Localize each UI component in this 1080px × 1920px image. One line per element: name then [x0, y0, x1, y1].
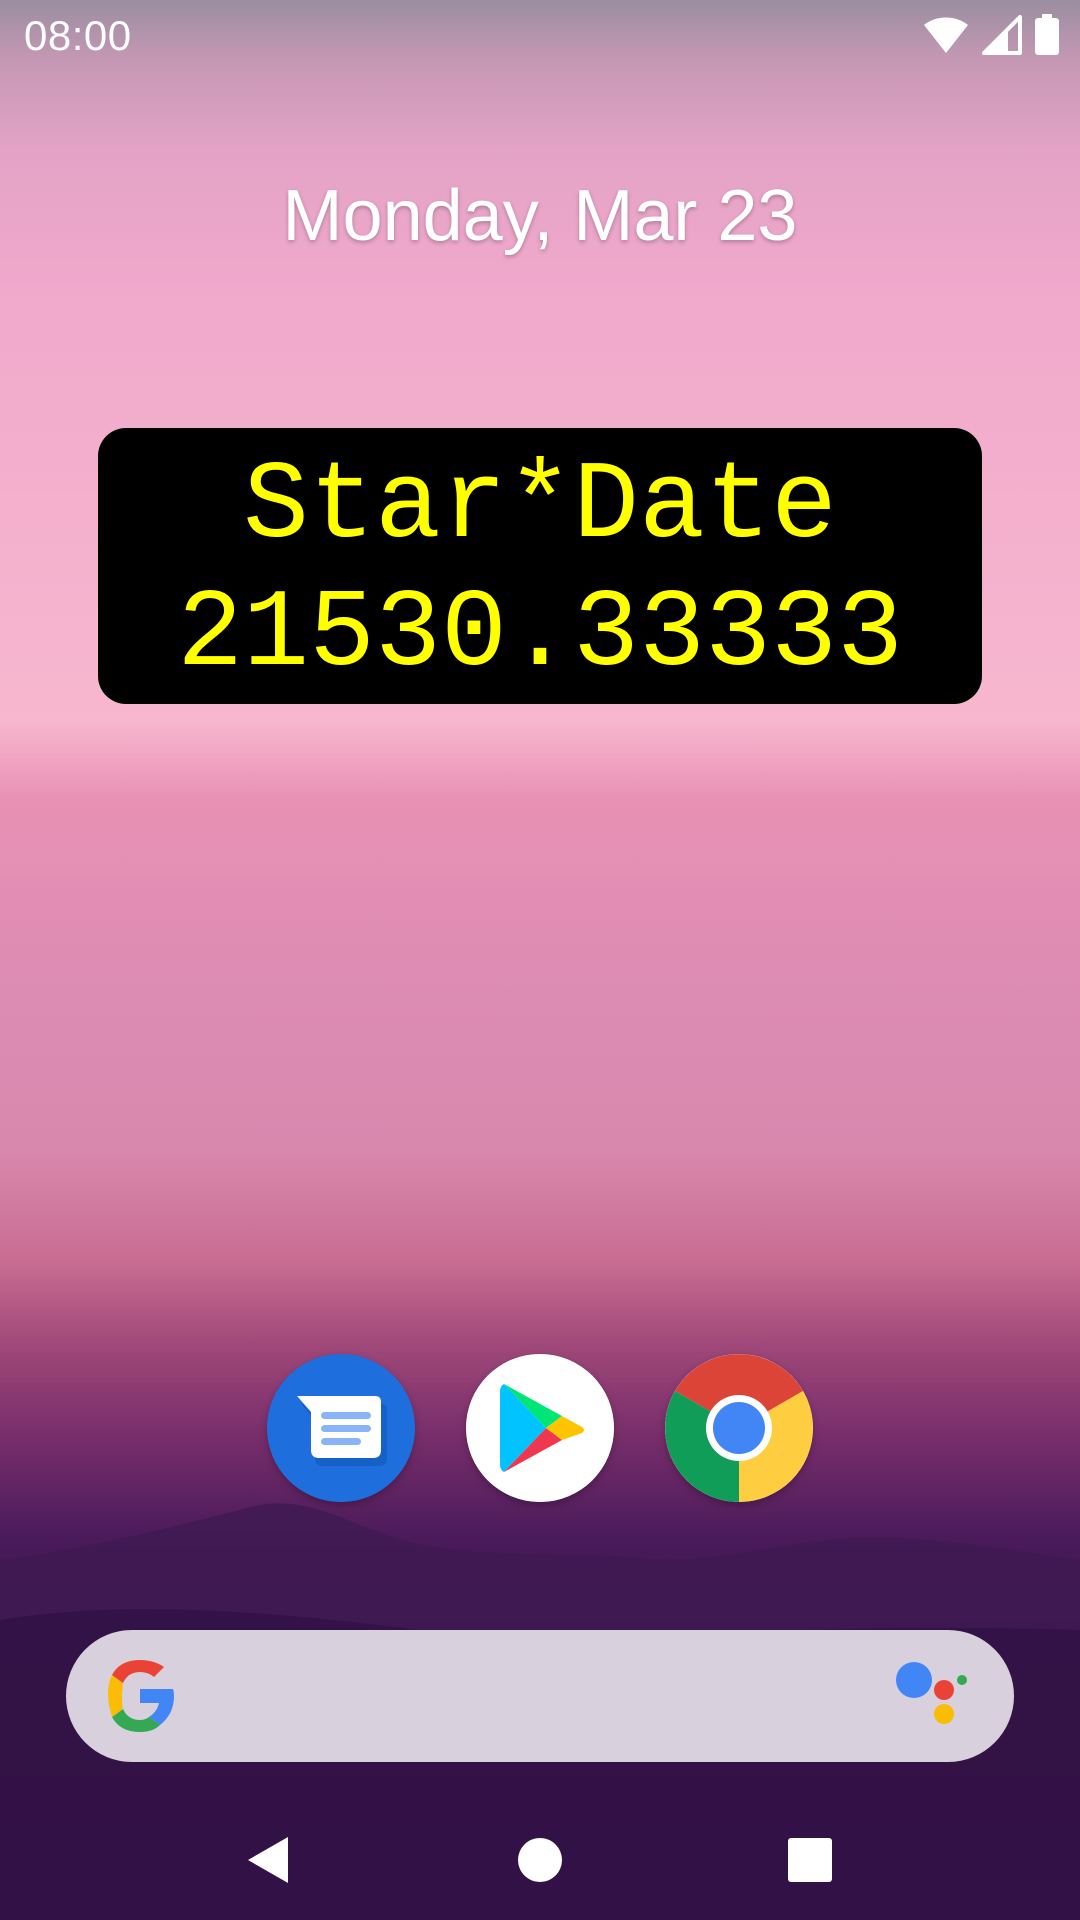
recents-icon: [788, 1838, 832, 1882]
stardate-widget[interactable]: Star*Date 21530.33333: [98, 428, 982, 704]
status-bar: 08:00: [0, 0, 1080, 72]
play-store-app[interactable]: [466, 1354, 614, 1502]
messages-icon: [267, 1354, 415, 1502]
home-button[interactable]: [500, 1820, 580, 1900]
google-assistant-icon: [896, 1662, 967, 1724]
google-g-icon: [108, 1660, 174, 1732]
back-button[interactable]: [228, 1820, 308, 1900]
status-time: 08:00: [24, 12, 132, 59]
wifi-icon: [924, 17, 968, 53]
back-icon: [248, 1837, 288, 1883]
cell-signal-icon: [982, 15, 1022, 55]
chrome-app[interactable]: [665, 1354, 813, 1502]
app-dock: [0, 1354, 1080, 1504]
play-store-icon: [466, 1354, 614, 1502]
navigation-bar: [0, 1800, 1080, 1920]
google-search-bar[interactable]: [66, 1630, 1014, 1762]
home-icon: [518, 1838, 562, 1882]
chrome-icon: [665, 1354, 813, 1502]
recents-button[interactable]: [770, 1820, 850, 1900]
battery-icon: [1035, 14, 1059, 55]
home-date[interactable]: Monday, Mar 23: [0, 175, 1080, 257]
status-icons: [922, 14, 1060, 56]
stardate-label: Star*Date: [242, 445, 838, 570]
stardate-value: 21530.33333: [176, 573, 904, 698]
messages-app[interactable]: [267, 1354, 415, 1502]
